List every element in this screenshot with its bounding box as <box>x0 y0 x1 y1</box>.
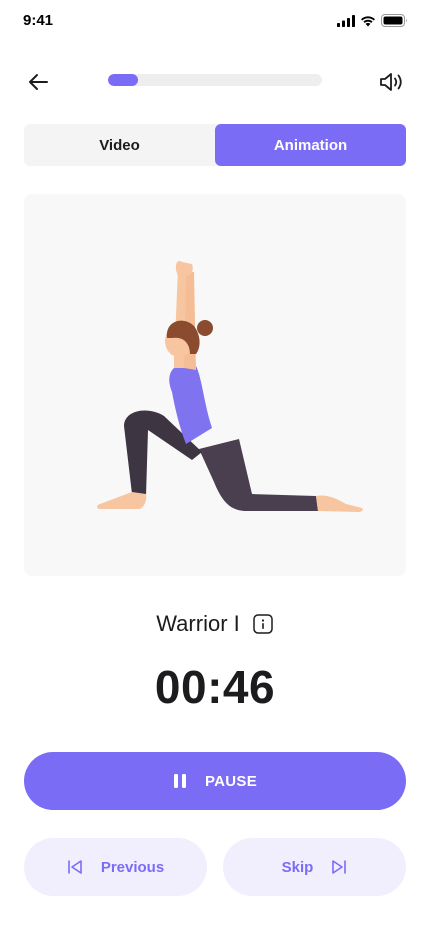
exercise-animation <box>24 194 406 576</box>
wifi-icon <box>361 15 375 26</box>
sound-button[interactable] <box>376 66 408 98</box>
exercise-name: Warrior I <box>156 611 240 636</box>
workout-progress-fill <box>108 74 138 86</box>
exercise-title-row: Warrior I <box>0 608 430 640</box>
pause-label: PAUSE <box>204 772 258 790</box>
back-button[interactable] <box>22 66 54 98</box>
tab-animation[interactable]: Animation <box>215 124 406 166</box>
status-time: 9:41 <box>23 12 54 29</box>
status-bar: 9:41 <box>0 0 430 44</box>
back-arrow-icon <box>29 74 48 90</box>
top-nav <box>0 60 430 102</box>
speaker-icon <box>380 73 402 91</box>
previous-label: Previous <box>100 858 165 876</box>
skip-button[interactable]: Skip <box>223 838 406 896</box>
info-button[interactable] <box>252 613 274 635</box>
yoga-pose-illustration <box>97 260 363 512</box>
exercise-timer: 00:46 <box>154 661 276 713</box>
signal-icon <box>337 14 355 27</box>
pause-icon <box>173 774 186 788</box>
status-icons <box>337 14 408 27</box>
previous-button[interactable]: Previous <box>24 838 207 896</box>
skip-forward-icon <box>332 860 347 874</box>
skip-label: Skip <box>281 858 314 876</box>
tab-video[interactable]: Video <box>24 124 215 166</box>
pause-button[interactable]: PAUSE <box>24 752 406 810</box>
skip-back-icon <box>68 860 82 874</box>
info-icon <box>253 614 273 634</box>
workout-progress-bar <box>108 74 322 86</box>
view-mode-tabs: Video Animation <box>24 124 406 166</box>
battery-icon <box>381 14 407 27</box>
